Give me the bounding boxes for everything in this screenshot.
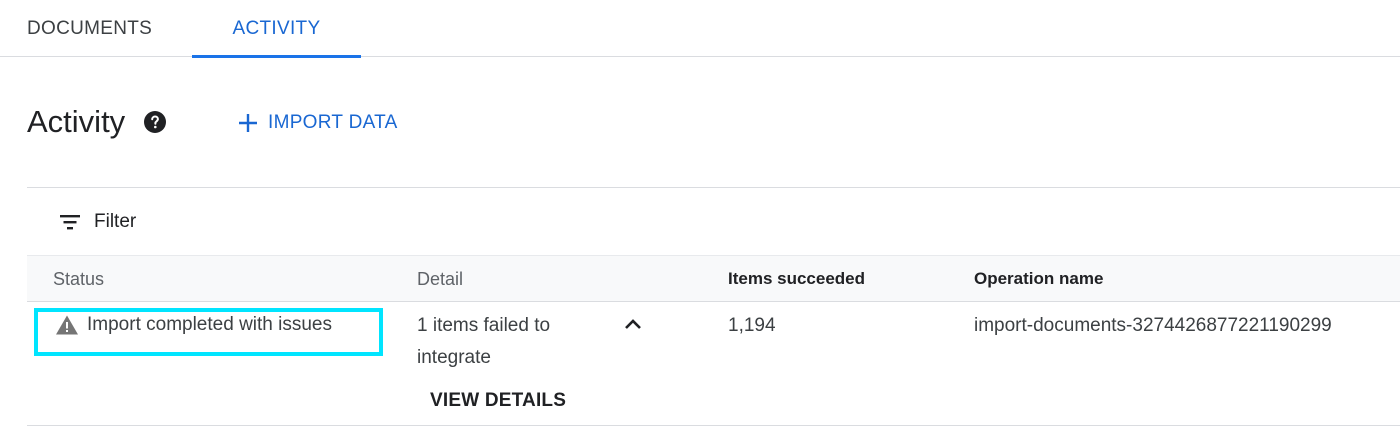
tab-bar: DOCUMENTS ACTIVITY xyxy=(0,0,1400,58)
import-data-label: IMPORT DATA xyxy=(268,112,398,133)
table-row: Import completed with issues 1 items fai… xyxy=(27,302,1400,426)
help-circle-icon[interactable] xyxy=(143,110,167,134)
column-header-detail[interactable]: Detail xyxy=(417,256,463,302)
filter-lines-icon xyxy=(57,209,83,235)
active-tab-indicator xyxy=(192,55,361,58)
filter-label: Filter xyxy=(94,211,137,232)
column-header-items-succeeded[interactable]: Items succeeded xyxy=(728,256,865,302)
status-text: Import completed with issues xyxy=(87,314,332,335)
collapse-row-button[interactable] xyxy=(618,313,648,339)
page-title: Activity xyxy=(27,104,126,139)
import-data-button[interactable]: IMPORT DATA xyxy=(232,104,402,142)
tab-documents[interactable]: DOCUMENTS xyxy=(0,0,185,57)
chevron-up-icon xyxy=(621,312,645,341)
view-details-link[interactable]: VIEW DETAILS xyxy=(430,390,566,412)
items-succeeded-value: 1,194 xyxy=(728,315,776,336)
column-header-operation-name[interactable]: Operation name xyxy=(974,256,1103,302)
filter-button[interactable]: Filter xyxy=(57,205,136,239)
tab-activity[interactable]: ACTIVITY xyxy=(192,0,361,58)
tab-documents-label: DOCUMENTS xyxy=(27,17,153,39)
warning-icon xyxy=(55,313,79,337)
header-divider xyxy=(27,187,1400,188)
plus-icon xyxy=(236,111,260,135)
status-cell: Import completed with issues xyxy=(55,313,332,337)
operation-name-value: import-documents-3274426877221190299 xyxy=(974,315,1332,336)
column-header-status[interactable]: Status xyxy=(53,256,104,302)
detail-text: 1 items failed to integrate xyxy=(417,315,551,368)
table-header: Status Detail Items succeeded Operation … xyxy=(27,255,1400,302)
tab-activity-label: ACTIVITY xyxy=(232,17,321,39)
